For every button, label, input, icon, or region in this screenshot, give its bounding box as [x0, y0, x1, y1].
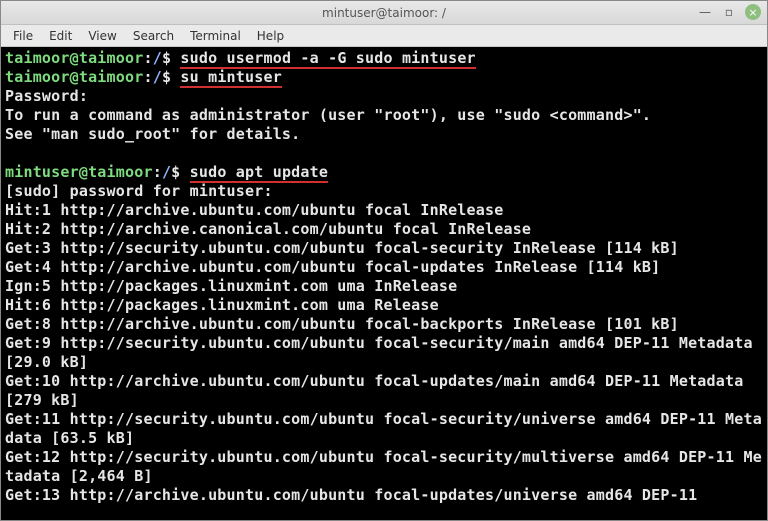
prompt-dollar: $ [162, 49, 180, 67]
menu-help[interactable]: Help [251, 27, 290, 45]
output-line: Ign:5 http://packages.linuxmint.com uma … [5, 277, 457, 295]
menu-view[interactable]: View [82, 27, 122, 45]
prompt-user: taimoor@taimoor [5, 49, 143, 67]
menu-file[interactable]: File [7, 27, 39, 45]
output-line: Hit:1 http://archive.ubuntu.com/ubuntu f… [5, 201, 503, 219]
prompt-dollar: $ [162, 68, 180, 86]
output-line: Get:10 http://archive.ubuntu.com/ubuntu … [5, 372, 753, 409]
menubar: File Edit View Search Terminal Help [1, 25, 767, 47]
prompt-user: taimoor@taimoor [5, 68, 143, 86]
minimize-button[interactable]: — [697, 4, 713, 20]
output-line: See "man sudo_root" for details. [5, 125, 300, 143]
terminal-output[interactable]: taimoor@taimoor:/$ sudo usermod -a -G su… [1, 47, 767, 520]
prompt-user: mintuser@taimoor [5, 163, 153, 181]
prompt-path: / [153, 68, 162, 86]
close-button[interactable]: × [745, 4, 761, 20]
terminal-window: mintuser@taimoor: / — ▫ × File Edit View… [0, 0, 768, 521]
menu-edit[interactable]: Edit [43, 27, 78, 45]
output-line: To run a command as administrator (user … [5, 106, 651, 124]
output-line: Hit:2 http://archive.canonical.com/ubunt… [5, 220, 531, 238]
prompt-colon: : [143, 68, 152, 86]
prompt-path: / [153, 49, 162, 67]
titlebar: mintuser@taimoor: / — ▫ × [1, 1, 767, 25]
output-line: Password: [5, 87, 88, 105]
prompt-colon: : [143, 49, 152, 67]
output-line: Get:9 http://security.ubuntu.com/ubuntu … [5, 334, 762, 371]
output-line: Get:12 http://security.ubuntu.com/ubuntu… [5, 448, 762, 485]
command-usermod: sudo usermod -a -G sudo mintuser [180, 49, 475, 69]
output-blank [5, 144, 14, 162]
output-line: Get:4 http://archive.ubuntu.com/ubuntu f… [5, 258, 660, 276]
output-line: Hit:6 http://packages.linuxmint.com uma … [5, 296, 439, 314]
menu-search[interactable]: Search [127, 27, 180, 45]
window-title: mintuser@taimoor: / [1, 6, 767, 20]
output-line: Get:11 http://security.ubuntu.com/ubuntu… [5, 410, 762, 447]
output-line: [sudo] password for mintuser: [5, 182, 273, 200]
command-su: su mintuser [180, 68, 282, 88]
prompt-path: / [162, 163, 171, 181]
output-line: Get:3 http://security.ubuntu.com/ubuntu … [5, 239, 679, 257]
menu-terminal[interactable]: Terminal [184, 27, 247, 45]
command-apt-update: sudo apt update [190, 163, 328, 183]
prompt-dollar: $ [171, 163, 189, 181]
maximize-button[interactable]: ▫ [721, 4, 737, 20]
output-line: Get:13 http://archive.ubuntu.com/ubuntu … [5, 486, 697, 504]
prompt-colon: : [153, 163, 162, 181]
output-line: Get:8 http://archive.ubuntu.com/ubuntu f… [5, 315, 679, 333]
window-controls: — ▫ × [697, 4, 761, 20]
